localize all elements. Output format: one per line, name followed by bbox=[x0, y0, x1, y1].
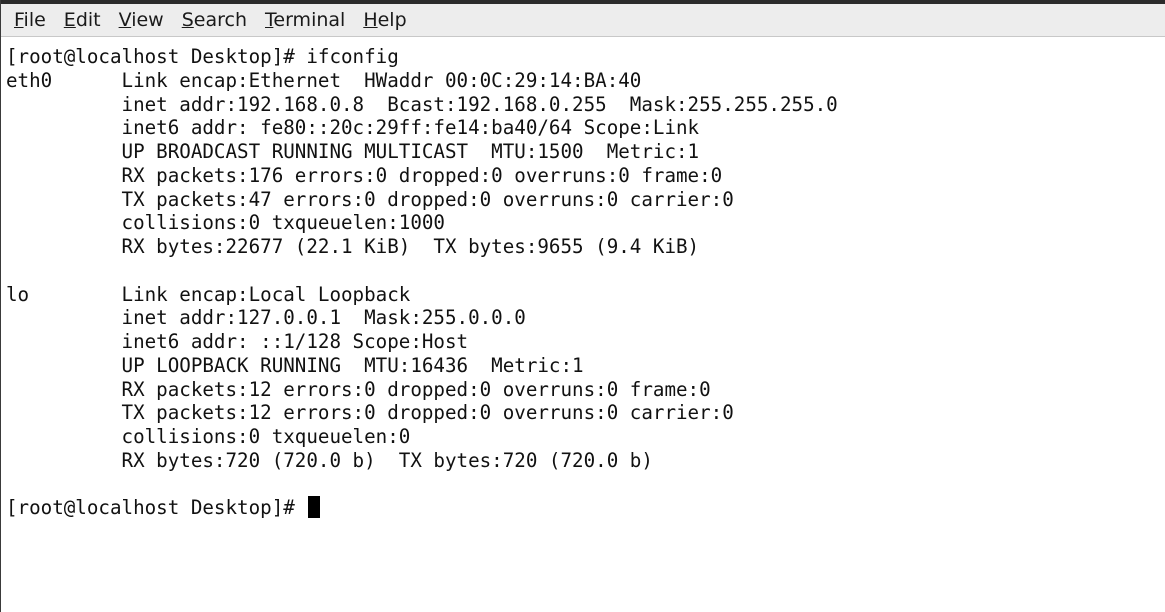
terminal-line: UP LOOPBACK RUNNING MTU:16436 Metric:1 bbox=[6, 353, 584, 377]
menu-view[interactable]: View bbox=[110, 9, 173, 31]
menu-file-label: ile bbox=[23, 9, 46, 31]
terminal-output[interactable]: [root@localhost Desktop]# ifconfig eth0 … bbox=[6, 45, 1165, 612]
prompt-line[interactable]: [root@localhost Desktop]# bbox=[6, 496, 1165, 520]
menu-help-label: elp bbox=[377, 9, 407, 31]
menu-file-mnemonic: F bbox=[14, 9, 24, 31]
menu-search[interactable]: Search bbox=[173, 9, 256, 31]
terminal-line: collisions:0 txqueuelen:0 bbox=[6, 425, 411, 448]
menu-file[interactable]: File bbox=[5, 9, 55, 31]
terminal-line: inet addr:192.168.0.8 Bcast:192.168.0.25… bbox=[6, 92, 838, 116]
terminal-line: UP BROADCAST RUNNING MULTICAST MTU:1500 … bbox=[6, 140, 700, 163]
terminal-line: lo Link encap:Local Loopback bbox=[6, 282, 411, 306]
terminal-line: [root@localhost Desktop]# ifconfig bbox=[6, 45, 399, 68]
terminal-line: RX packets:176 errors:0 dropped:0 overru… bbox=[6, 163, 723, 187]
menu-search-mnemonic: S bbox=[181, 9, 194, 31]
terminal-line: collisions:0 txqueuelen:1000 bbox=[6, 211, 445, 235]
terminal-window: File Edit View Search Terminal Help [roo… bbox=[0, 0, 1165, 612]
terminal-line: RX bytes:720 (720.0 b) TX bytes:720 (720… bbox=[6, 448, 653, 472]
terminal-line: inet6 addr: ::1/128 Scope:Host bbox=[6, 330, 469, 353]
menu-terminal[interactable]: Terminal bbox=[256, 9, 354, 31]
shell-prompt: [root@localhost Desktop]# bbox=[6, 496, 307, 520]
menu-edit[interactable]: Edit bbox=[55, 9, 110, 31]
terminal-line: eth0 Link encap:Ethernet HWaddr 00:0C:29… bbox=[6, 68, 642, 92]
terminal-line: RX bytes:22677 (22.1 KiB) TX bytes:9655 … bbox=[6, 235, 700, 258]
text-cursor bbox=[308, 496, 321, 519]
menu-terminal-label: erminal bbox=[273, 9, 346, 31]
menu-search-label: earch bbox=[193, 9, 247, 31]
terminal-line: inet addr:127.0.0.1 Mask:255.0.0.0 bbox=[6, 306, 526, 330]
terminal-line: TX packets:12 errors:0 dropped:0 overrun… bbox=[6, 401, 734, 425]
menu-view-label: iew bbox=[131, 9, 164, 31]
terminal-line: inet6 addr: fe80::20c:29ff:fe14:ba40/64 … bbox=[6, 116, 700, 140]
terminal-line: RX packets:12 errors:0 dropped:0 overrun… bbox=[6, 377, 711, 401]
terminal-line: TX packets:47 errors:0 dropped:0 overrun… bbox=[6, 187, 734, 211]
menu-help-mnemonic: H bbox=[363, 9, 378, 31]
menu-edit-label: dit bbox=[75, 9, 101, 31]
menu-help[interactable]: Help bbox=[354, 9, 415, 31]
menu-edit-mnemonic: E bbox=[63, 9, 76, 31]
menu-view-mnemonic: V bbox=[118, 9, 132, 31]
menubar: File Edit View Search Terminal Help bbox=[1, 4, 1165, 37]
